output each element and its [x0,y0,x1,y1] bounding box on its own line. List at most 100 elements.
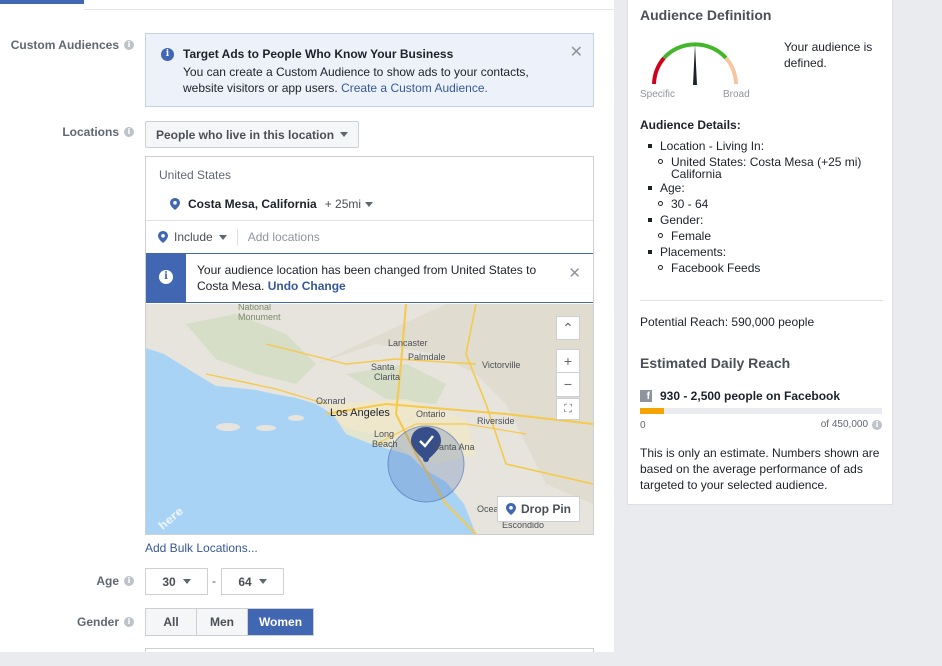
svg-text:Ontario: Ontario [416,409,446,419]
age-max-dropdown[interactable]: 64 [221,568,284,595]
chevron-down-icon[interactable] [218,234,227,240]
location-city: Costa Mesa, California [188,197,317,211]
drop-pin-label: Drop Pin [521,502,571,516]
list-item: Female [652,228,888,244]
info-icon[interactable]: i [124,40,134,50]
gauge-broad-label: Broad [723,89,750,100]
estimate-note: This is only an estimate. Numbers shown … [640,446,880,492]
chevron-down-icon [365,201,374,207]
location-pin-icon [170,198,180,210]
chevron-down-icon [182,579,191,584]
recenter-icon[interactable]: ⛶ [556,398,580,420]
location-type-dropdown[interactable]: People who live in this location [145,121,360,148]
zoom-controls: + − [556,349,580,397]
detail-location-label: Location - Living In: [660,139,765,153]
audience-definition-title: Audience Definition [640,7,772,23]
list-item: United States: Costa Mesa (+25 mi) Calif… [652,154,888,180]
location-change-notice: i Your audience location has been change… [146,253,593,303]
gauge-specific-label: Specific [640,89,676,100]
audience-details-title: Audience Details: [640,118,741,132]
notice-text: Your audience location has been changed … [197,262,557,294]
locations-panel: United States Costa Mesa, California + 2… [145,156,594,535]
location-pin-icon [506,503,516,515]
info-icon[interactable]: i [124,617,134,627]
next-section-box [145,648,594,652]
include-row: Include Add locations [158,229,320,245]
list-item: Gender: [648,212,888,228]
age-min-dropdown[interactable]: 30 [145,568,208,595]
detail-age-value: 30 - 64 [671,197,709,211]
detail-placements-value: Facebook Feeds [671,261,761,275]
gender-label-text: Gender [76,615,119,629]
detail-placements-label: Placements: [660,245,727,259]
age-separator: - [212,574,216,588]
info-icon[interactable]: i [124,127,134,137]
chevron-down-icon [340,132,349,137]
info-icon: i [161,48,174,61]
radius-dropdown[interactable]: + 25mi [325,197,374,211]
svg-text:Ocea: Ocea [477,504,499,514]
location-country: United States [159,168,232,182]
include-dropdown[interactable]: Include [174,230,213,244]
chevron-down-icon [258,579,267,584]
location-map[interactable]: National Monument Lancaster Palmdale San… [146,304,593,534]
potential-reach: Potential Reach: 590,000 people [640,315,815,329]
list-item: Placements: [648,244,888,260]
reach-bar-max-value: of 450,000 [820,419,868,430]
estimated-daily-reach-title: Estimated Daily Reach [640,355,791,371]
list-item: 30 - 64 [652,196,888,212]
divider [84,9,614,10]
audience-definition-panel: Audience Definition Specific Broad Your … [627,0,893,505]
facebook-reach-row: f 930 - 2,500 people on Facebook [640,389,840,403]
gender-women-button[interactable]: Women [248,609,313,635]
svg-text:Oxnard: Oxnard [316,396,346,406]
location-city-row[interactable]: Costa Mesa, California + 25mi [170,197,374,211]
svg-text:Los Angeles: Los Angeles [330,407,390,419]
svg-text:Riverside: Riverside [477,416,515,426]
detail-gender-value: Female [671,229,712,243]
age-label-text: Age [96,574,119,588]
zoom-out-button[interactable]: − [557,373,579,396]
list-item: Age: [648,180,888,196]
reach-bar-min: 0 [640,420,646,431]
divider [640,300,883,301]
age-min-value: 30 [162,574,176,589]
ad-set-editor: Custom Audiences i i Target Ads to Peopl… [0,0,614,652]
facebook-reach-value: 930 - 2,500 people on Facebook [660,389,841,403]
facebook-icon: f [640,390,652,402]
zoom-in-button[interactable]: + [557,350,579,373]
svg-text:National: National [238,304,271,312]
detail-gender-label: Gender: [660,213,704,227]
svg-text:Clarita: Clarita [374,372,400,382]
divider [146,220,593,221]
list-item: Location - Living In: [648,138,888,154]
map-watermark: here [156,504,186,532]
gender-all-button[interactable]: All [146,609,197,635]
add-bulk-locations-link[interactable]: Add Bulk Locations... [145,541,258,555]
info-icon: i [159,270,173,284]
active-tab-indicator [0,0,84,4]
custom-audiences-info-box: i Target Ads to People Who Know Your Bus… [145,33,594,107]
audience-defined-text: Your audience is defined. [784,40,873,70]
create-custom-audience-link[interactable]: Create a Custom Audience. [341,81,488,95]
close-icon[interactable]: ✕ [568,264,581,282]
reach-bar [640,408,882,414]
detail-location-value: United States: Costa Mesa (+25 mi) Calif… [671,155,862,181]
add-locations-input[interactable]: Add locations [248,230,320,244]
reach-bar-max: of 450,000 i [821,419,882,430]
info-icon[interactable]: i [872,419,882,430]
svg-text:Palmdale: Palmdale [408,352,446,362]
close-icon[interactable]: ✕ [570,42,583,62]
undo-change-link[interactable]: Undo Change [268,279,346,293]
info-icon[interactable]: i [124,576,134,586]
info-box-text: You can create a Custom Audience to show… [183,64,563,96]
gender-men-button[interactable]: Men [197,609,248,635]
svg-text:Long: Long [374,429,394,439]
age-label: Age i [96,574,134,588]
info-box-title: Target Ads to People Who Know Your Busin… [183,47,454,61]
svg-text:Santa Ana: Santa Ana [433,442,475,452]
drop-pin-button[interactable]: Drop Pin [497,496,580,522]
chevron-up-icon[interactable]: ⌃ [556,316,580,340]
custom-audiences-label: Custom Audiences i [11,38,134,52]
location-pin-icon [158,231,168,243]
